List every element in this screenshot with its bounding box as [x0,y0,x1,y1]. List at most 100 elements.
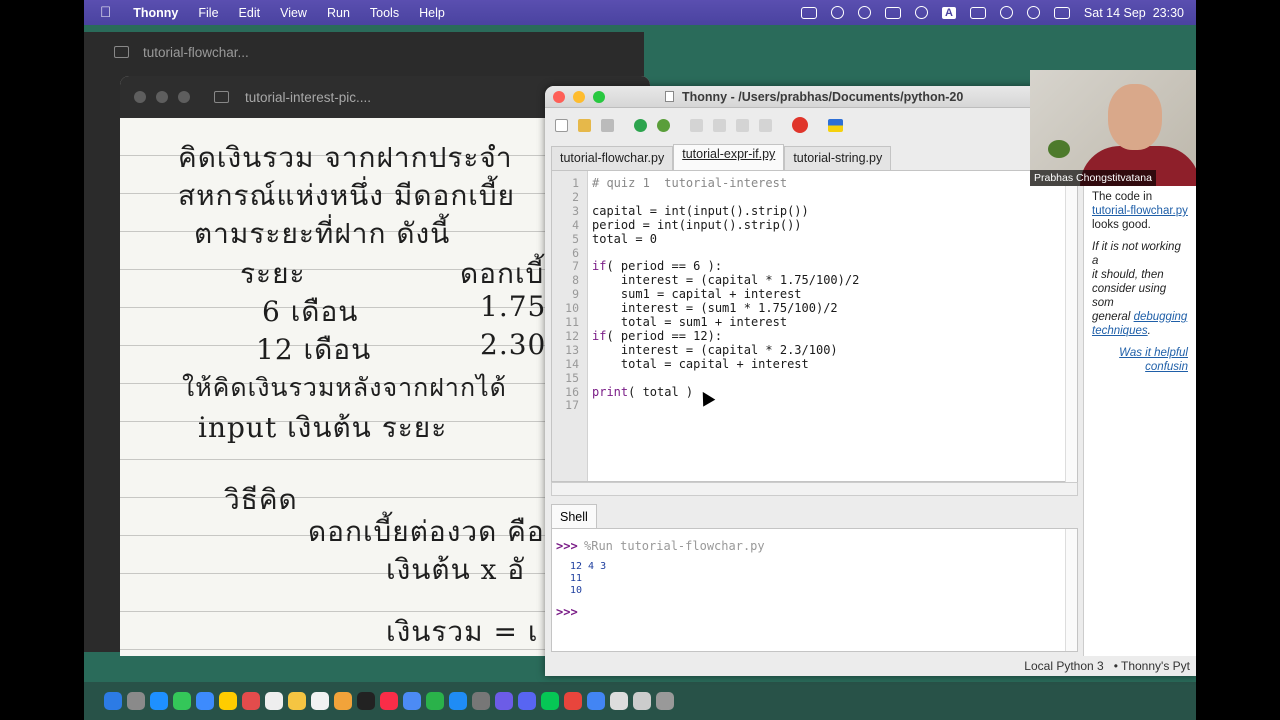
music-icon[interactable] [380,692,398,710]
app-store-icon[interactable] [449,692,467,710]
sidebar-icon[interactable] [114,46,129,58]
safari-icon[interactable] [150,692,168,710]
step-into-icon[interactable] [713,118,726,132]
messenger-icon[interactable] [495,692,513,710]
shell-scrollbar[interactable] [1065,529,1077,651]
notes-icon[interactable] [288,692,306,710]
line-number: 6 [572,245,579,260]
code-line: interest = (capital * 1.75/100)/2 [592,273,860,288]
keynote-icon[interactable] [403,692,421,710]
handwriting-line: 12 เดือน [256,333,372,366]
preview-icon[interactable] [610,692,628,710]
messages-icon[interactable] [173,692,191,710]
tab-tutorial-expr-if[interactable]: tutorial-expr-if.py [673,144,785,170]
zoom-button[interactable] [593,90,605,103]
discord-icon[interactable] [518,692,536,710]
tab-tutorial-string[interactable]: tutorial-string.py [784,146,892,170]
preview-title: tutorial-interest-pic.... [245,89,372,105]
close-button[interactable] [553,90,565,103]
interpreter-selector[interactable]: Local Python 3 [1024,659,1103,673]
cloud-icon[interactable] [857,6,871,19]
line-icon[interactable] [541,692,559,710]
reminders-icon[interactable] [311,692,329,710]
debug-icon[interactable] [657,118,670,132]
mail-icon[interactable] [196,692,214,710]
clock[interactable]: Sat 14 Sep 23:30 [1084,6,1184,20]
wifi-icon[interactable] [999,6,1013,19]
code-line: interest = (capital * 2.3/100) [592,342,838,357]
debugging-link[interactable]: debugging [1134,311,1188,323]
shell-tab[interactable]: Shell [551,504,597,528]
numbers-icon[interactable] [426,692,444,710]
handwriting-line: 2.30 [480,328,547,361]
screen-share-icon[interactable] [800,6,817,19]
open-file-icon[interactable] [578,118,591,132]
settings-icon[interactable] [472,692,490,710]
run-icon[interactable] [634,118,647,132]
shell-prompt: >>> [556,539,578,553]
step-out-icon[interactable] [736,118,749,132]
sidebar-icon[interactable] [214,91,229,103]
assistant-file-link[interactable]: tutorial-flowchar.py [1092,205,1188,217]
minimize-button[interactable] [156,91,168,103]
code-line: total = 0 [592,231,658,246]
calendar-icon[interactable] [265,692,283,710]
techniques-link[interactable]: techniques [1092,325,1148,337]
code-line: total = capital + interest [592,356,809,371]
tv-icon[interactable] [357,692,375,710]
helpful-link[interactable]: Was it helpful [1119,347,1188,359]
editor-vertical-scrollbar[interactable] [1065,171,1077,483]
step-over-icon[interactable] [690,118,703,132]
line-number: 13 [565,342,579,357]
chrome-app-icon[interactable] [564,692,582,710]
close-button[interactable] [134,91,146,103]
finder-icon[interactable] [104,692,122,710]
shell-panel[interactable]: >>> %Run tutorial-flowchar.py 12 4 3 11 … [551,528,1078,652]
menu-run[interactable]: Run [317,6,360,20]
handwriting-line: เงินรวม = เ [386,615,539,648]
chrome-icon[interactable] [242,692,260,710]
trash-icon[interactable] [656,692,674,710]
photos-icon[interactable] [219,692,237,710]
document-icon [665,91,674,102]
tab-tutorial-flowchar[interactable]: tutorial-flowchar.py [551,146,674,170]
editor-horizontal-scrollbar[interactable] [551,482,1078,496]
handwriting-line: เงินต้น x อั [386,553,526,586]
minimize-button[interactable] [573,90,585,103]
input-source-icon[interactable]: A [941,6,956,19]
folder-icon[interactable] [633,692,651,710]
code-line: capital = int(input().strip()) [592,203,809,218]
play-icon[interactable] [914,6,928,19]
launchpad-icon[interactable] [127,692,145,710]
zoom-app-icon[interactable] [587,692,605,710]
menu-app-name[interactable]: Thonny [123,6,188,20]
apple-icon[interactable]:  [84,4,123,21]
assistant-text: it should, then [1092,269,1164,281]
car-icon[interactable] [884,6,901,19]
menu-file[interactable]: File [188,6,228,20]
code-line: sum1 = capital + interest [592,287,802,302]
flag-icon[interactable] [828,118,843,132]
new-file-icon[interactable] [555,118,568,132]
menu-help[interactable]: Help [409,6,455,20]
resume-icon[interactable] [759,118,772,132]
shell-command: %Run tutorial-flowchar.py [584,539,765,553]
pages-icon[interactable] [334,692,352,710]
webcam-overlay: Prabhas Chongstitvatana [1030,70,1196,186]
handwriting-line: ตามระยะที่ฝาก ดังนี้ [194,217,451,250]
code-line: print( total ) [592,384,694,399]
search-icon[interactable] [1026,6,1040,19]
stop-icon[interactable] [792,117,808,133]
assistant-panel: The code in tutorial-flowchar.py looks g… [1083,170,1196,656]
confusing-link[interactable]: confusin [1145,361,1188,373]
code-editor[interactable]: 1 2 3 4 5 6 7 8 9 10 11 12 13 14 15 16 17 # quiz 1 tutor… [551,170,1078,483]
save-icon[interactable] [601,118,614,132]
chat-icon[interactable] [830,6,844,19]
control-center-icon[interactable] [1053,6,1070,19]
battery-icon[interactable] [969,6,986,19]
menu-edit[interactable]: Edit [229,6,271,20]
menu-tools[interactable]: Tools [360,6,409,20]
assistant-text: If it is not working a [1092,241,1181,267]
zoom-button[interactable] [178,91,190,103]
menu-view[interactable]: View [270,6,317,20]
